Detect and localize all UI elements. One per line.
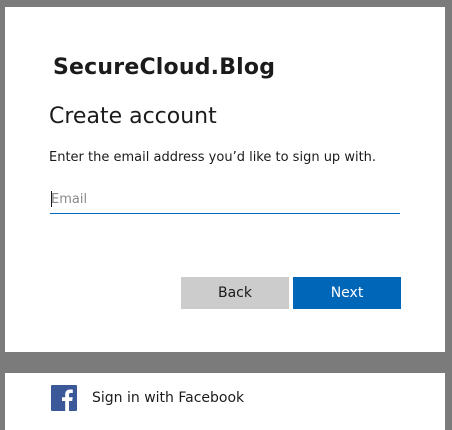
back-button[interactable]: Back — [181, 277, 289, 309]
next-button[interactable]: Next — [293, 277, 401, 309]
facebook-signin-button[interactable]: Sign in with Facebook — [51, 384, 244, 411]
facebook-signin-label: Sign in with Facebook — [92, 389, 245, 406]
social-signin-card: Sign in with Facebook — [5, 373, 445, 430]
page-title: Create account — [49, 104, 217, 129]
text-caret — [51, 191, 52, 207]
form-description: Enter the email address you’d like to si… — [49, 150, 377, 165]
facebook-icon — [51, 384, 77, 411]
brand-logo: SecureCloud.Blog — [53, 55, 276, 80]
email-field[interactable] — [50, 185, 400, 214]
signup-card: SecureCloud.Blog Create account Enter th… — [5, 7, 445, 352]
